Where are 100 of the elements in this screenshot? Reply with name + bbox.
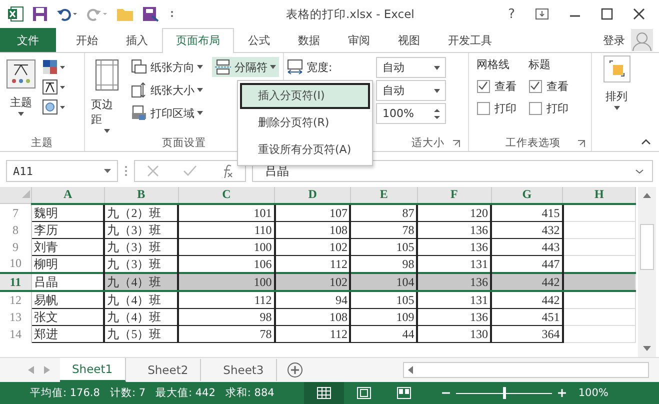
- dialog-launcher-icon[interactable]: [578, 140, 586, 146]
- menu-item[interactable]: 插入分页符(I): [240, 83, 370, 109]
- file-tab[interactable]: 文件: [0, 28, 56, 52]
- scroll-up-icon[interactable]: [643, 193, 651, 198]
- sheet-tab[interactable]: Sheet2: [136, 359, 202, 381]
- print-preview-icon[interactable]: [142, 6, 160, 22]
- caret-icon: [197, 65, 204, 69]
- height-dropdown[interactable]: 自动: [376, 80, 446, 101]
- sign-in-link[interactable]: 登录: [603, 32, 625, 48]
- page-layout-view-icon[interactable]: [357, 387, 372, 399]
- column-header[interactable]: A: [31, 187, 104, 204]
- column-header[interactable]: G: [491, 187, 563, 204]
- checkbox[interactable]: 打印: [476, 99, 517, 117]
- expand-icon: [635, 168, 644, 174]
- zoom-level[interactable]: 100%: [578, 387, 612, 399]
- theme-colors-icon[interactable]: [42, 59, 66, 75]
- status-text: 求和: 884: [225, 386, 274, 400]
- table-cell: 432: [491, 221, 563, 238]
- normal-view-icon[interactable]: [317, 387, 332, 399]
- page-break-icon: [215, 59, 232, 75]
- page-margins-icon: [94, 59, 120, 91]
- caret-icon: [18, 112, 24, 116]
- width-icon: [287, 59, 304, 75]
- scale-spinner[interactable]: 100%: [376, 103, 446, 124]
- table-cell: 451: [491, 308, 563, 325]
- checkbox[interactable]: 打印: [528, 99, 569, 117]
- table-cell: 136: [417, 308, 492, 325]
- ribbon-tab[interactable]: 开发工具: [434, 28, 506, 52]
- ribbon-tab[interactable]: 公式: [234, 28, 284, 52]
- row-header[interactable]: 13: [0, 308, 32, 325]
- table-cell: 131: [417, 290, 492, 308]
- menu-item[interactable]: 重设所有分页符(A): [240, 137, 370, 163]
- insert-function-icon[interactable]: [221, 164, 233, 178]
- sheet-tab[interactable]: Sheet1: [60, 358, 126, 382]
- scroll-down-icon[interactable]: [643, 346, 651, 351]
- row-header[interactable]: 11: [0, 272, 32, 290]
- table-cell: 87: [350, 204, 418, 221]
- undo-icon[interactable]: [56, 6, 78, 22]
- ribbon-tab[interactable]: 页面布局: [162, 28, 234, 53]
- horizontal-scrollbar[interactable]: [403, 362, 649, 378]
- window-title: 表格的打印.xlsx - Excel: [285, 6, 416, 22]
- save-icon[interactable]: [32, 6, 48, 22]
- ribbon-tab[interactable]: 视图: [384, 28, 434, 52]
- table-cell: 102: [274, 238, 350, 255]
- width-label: 宽度:: [284, 57, 372, 77]
- collapse-ribbon-icon[interactable]: [641, 139, 651, 145]
- checkbox[interactable]: 查看: [528, 77, 569, 95]
- maximize-icon[interactable]: [601, 8, 613, 20]
- ribbon-button[interactable]: 纸张方向: [128, 57, 206, 77]
- ribbon-button[interactable]: 打印区域: [128, 103, 206, 123]
- column-header[interactable]: D: [274, 187, 350, 204]
- ribbon-tab[interactable]: 插入: [112, 28, 162, 52]
- close-icon[interactable]: [633, 8, 645, 20]
- table-cell: 112: [274, 325, 350, 342]
- help-button[interactable]: ?: [508, 6, 515, 22]
- ribbon-tab[interactable]: 审阅: [334, 28, 384, 52]
- ribbon-tab[interactable]: 开始: [62, 28, 112, 52]
- breaks-button[interactable]: 分隔符: [212, 57, 280, 77]
- caret-icon: [197, 111, 204, 115]
- name-box[interactable]: A11: [6, 160, 118, 182]
- row-header[interactable]: 9: [0, 238, 32, 255]
- themes-button[interactable]: 主题: [4, 57, 38, 135]
- page-break-view-icon[interactable]: [397, 387, 412, 399]
- theme-fonts-icon[interactable]: [42, 79, 66, 95]
- table-cell: 九（4）班: [104, 308, 178, 325]
- themes-icon: [6, 59, 36, 89]
- column-header[interactable]: H: [562, 187, 636, 204]
- grip-icon: [124, 165, 128, 177]
- margins-button[interactable]: 页边距: [88, 57, 124, 135]
- ribbon-tab[interactable]: 数据: [284, 28, 334, 52]
- column-header[interactable]: F: [417, 187, 492, 204]
- column-header[interactable]: E: [350, 187, 418, 204]
- ribbon-display-icon[interactable]: [535, 8, 549, 20]
- table-cell: 415: [491, 204, 563, 221]
- theme-effects-icon[interactable]: [42, 99, 66, 115]
- table-cell: 魏明: [31, 204, 104, 221]
- table-cell: 九（4）班: [104, 272, 178, 290]
- row-header[interactable]: 12: [0, 290, 32, 308]
- table-cell: 101: [178, 204, 275, 221]
- width-dropdown[interactable]: 自动: [376, 57, 446, 78]
- checkbox[interactable]: 查看: [476, 77, 517, 95]
- menu-item[interactable]: 删除分页符(R): [240, 110, 370, 136]
- table-cell: 吕晶: [31, 272, 104, 290]
- caret-icon: [270, 65, 276, 69]
- zoom-in-button[interactable]: [558, 389, 566, 397]
- dialog-launcher-icon[interactable]: [452, 140, 460, 146]
- row-header[interactable]: 14: [0, 325, 32, 342]
- scrollbar-thumb[interactable]: [640, 224, 654, 270]
- row-header[interactable]: 8: [0, 221, 32, 238]
- table-cell: 78: [350, 221, 418, 238]
- arrange-button[interactable]: 排列: [592, 53, 641, 112]
- sheet-tab[interactable]: Sheet3: [211, 359, 277, 381]
- add-sheet-icon[interactable]: [286, 362, 303, 378]
- excel-logo-icon[interactable]: [8, 6, 24, 22]
- column-header[interactable]: B: [104, 187, 178, 204]
- table-cell: 109: [350, 308, 418, 325]
- row-header[interactable]: 7: [0, 204, 32, 221]
- scroll-left-icon: [408, 366, 413, 374]
- ribbon-button[interactable]: 纸张大小: [128, 80, 206, 100]
- column-header[interactable]: C: [178, 187, 275, 204]
